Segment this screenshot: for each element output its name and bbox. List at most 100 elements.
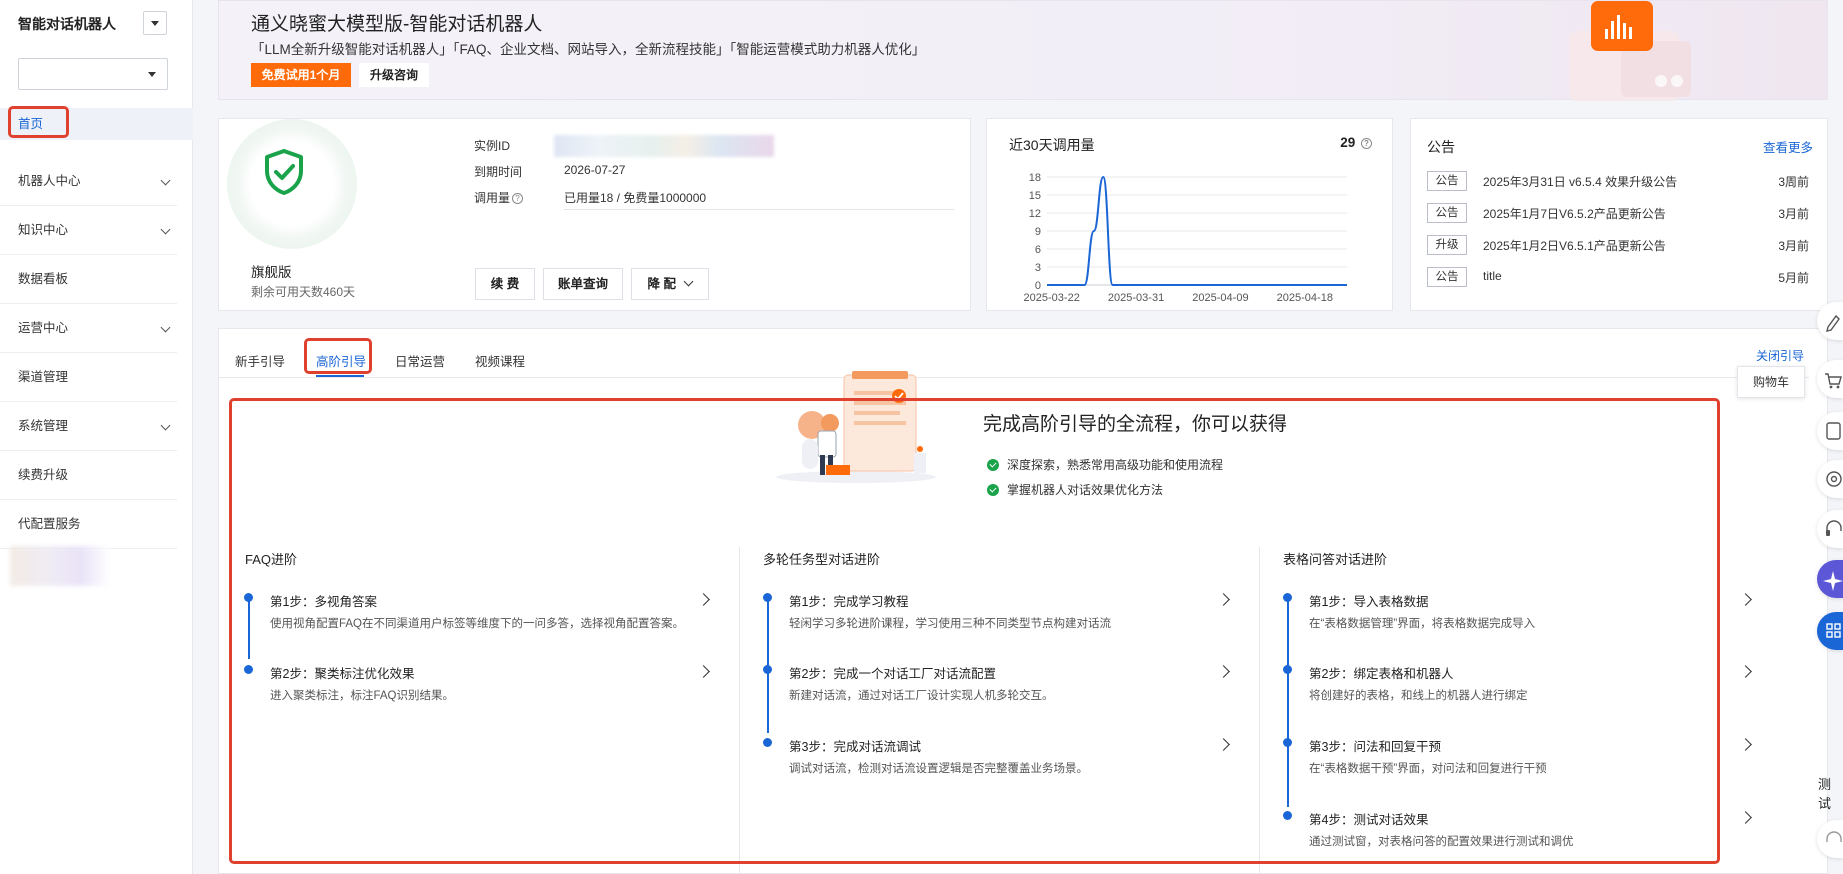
renew-button[interactable]: 续 费	[475, 268, 535, 300]
chevron-down-icon	[160, 420, 171, 431]
notice-time: 3月前	[1778, 239, 1809, 253]
question-icon[interactable]: ?	[1361, 137, 1372, 149]
edition-badge	[227, 119, 357, 249]
chevron-right-icon[interactable]	[1217, 665, 1230, 678]
step-title: 第2步：绑定表格和机器人	[1309, 667, 1454, 681]
chevron-right-icon[interactable]	[1739, 665, 1752, 678]
instance-info-card: 旗舰版 剩余可用天数460天 实例ID 到期时间 2026-07-27 调用量?…	[218, 118, 971, 311]
downgrade-button[interactable]: 降 配	[631, 268, 709, 300]
question-icon[interactable]: ?	[512, 193, 524, 205]
chevron-right-icon[interactable]	[1217, 738, 1230, 751]
step-dot	[244, 593, 253, 602]
chevron-right-icon[interactable]	[1739, 738, 1752, 751]
notice-text: 2025年1月2日V6.5.1产品更新公告	[1483, 239, 1666, 253]
view-more-link[interactable]: 查看更多	[1763, 137, 1813, 156]
sidebar-item-config-service[interactable]: 代配置服务	[0, 500, 177, 549]
gain-text: 深度探索，熟悉常用高级功能和使用流程	[1007, 458, 1224, 472]
notice-item[interactable]: 公告 title 5月前	[1427, 267, 1813, 287]
column-title-multi-turn: 多轮任务型对话进阶	[763, 552, 881, 567]
notice-item[interactable]: 公告 2025年3月31日 v6.5.4 效果升级公告 3周前	[1427, 171, 1813, 191]
usage-total-value: 29	[1340, 135, 1356, 150]
upgrade-consult-button[interactable]: 升级咨询	[359, 63, 429, 87]
column-divider	[739, 547, 740, 874]
y-tick-label: 6	[1035, 244, 1041, 256]
edition-name: 旗舰版	[251, 265, 292, 280]
gain-item: 深度探索，熟悉常用高级功能和使用流程	[987, 456, 1223, 473]
sidebar-menu: 首页 机器人中心 知识中心 数据看板 运营中心 渠道管理 系统管理 续费升级 代…	[0, 108, 193, 549]
step-desc: 通过测试窗，对表格问答的配置效果进行测试和调优	[1309, 836, 1574, 848]
usage-value: 已用量18 / 免费量1000000	[564, 191, 707, 205]
chart-title: 近30天调用量	[1009, 137, 1095, 153]
usage-total: 29 ?	[1340, 135, 1372, 150]
step-dot	[244, 665, 253, 674]
tab-video-courses[interactable]: 视频课程	[475, 351, 525, 370]
step-desc: 在“表格数据管理”界面，将表格数据完成导入	[1309, 618, 1536, 630]
step-dot	[763, 665, 772, 674]
step-title: 第2步：聚类标注优化效果	[270, 667, 415, 681]
sidebar-item-system[interactable]: 系统管理	[0, 402, 177, 451]
banner-subtitle: 「LLM全新升级智能对话机器人」「FAQ、企业文档、网站导入，全新流程技能」「智…	[251, 42, 926, 57]
sidebar-item-dashboard[interactable]: 数据看板	[0, 255, 177, 304]
banner-title: 通义晓蜜大模型版-智能对话机器人	[251, 14, 543, 35]
step-desc: 进入聚类标注，标注FAQ识别结果。	[270, 690, 455, 702]
free-trial-button[interactable]: 免费试用1个月	[251, 63, 351, 87]
x-tick-label: 2025-04-18	[1277, 292, 1333, 304]
x-tick-label: 2025-03-31	[1108, 292, 1164, 304]
sidebar-item-operations[interactable]: 运营中心	[0, 304, 177, 353]
column-divider	[1259, 547, 1260, 874]
divider	[564, 209, 954, 210]
step-title: 第1步：完成学习教程	[789, 595, 909, 609]
step-desc: 新建对话流，通过对话工厂设计实现人机多轮交互。	[789, 690, 1054, 702]
x-tick-label: 2025-03-22	[1024, 292, 1080, 304]
downgrade-label: 降 配	[647, 277, 676, 291]
bill-query-button[interactable]: 账单查询	[543, 268, 623, 300]
caret-down-icon	[151, 21, 159, 26]
instance-select[interactable]	[18, 58, 168, 90]
close-guide-link[interactable]: 关闭引导	[1756, 347, 1804, 364]
step-dot	[1283, 811, 1292, 820]
sidebar-item-label: 续费升级	[18, 468, 69, 482]
sidebar-item-home[interactable]: 首页	[0, 108, 193, 140]
sidebar-item-bot-center[interactable]: 机器人中心	[0, 157, 177, 206]
chevron-down-icon	[684, 276, 694, 287]
notice-item[interactable]: 公告 2025年1月7日V6.5.2产品更新公告 3月前	[1427, 203, 1813, 223]
step-title: 第4步：测试对话效果	[1309, 813, 1429, 827]
sidebar-item-label: 渠道管理	[18, 370, 69, 384]
caret-down-icon	[148, 72, 156, 77]
tab-beginner-guide[interactable]: 新手引导	[235, 351, 285, 370]
step-title: 第1步：多视角答案	[270, 595, 377, 609]
sidebar-item-channels[interactable]: 渠道管理	[0, 353, 177, 402]
blurred-user-info	[10, 546, 110, 586]
usage-label: 调用量	[474, 191, 511, 205]
notice-card: 公告 查看更多 公告 2025年3月31日 v6.5.4 效果升级公告 3周前 …	[1410, 118, 1828, 311]
sidebar-item-renew[interactable]: 续费升级	[0, 451, 177, 500]
chevron-down-icon	[160, 322, 171, 333]
tab-daily-operations[interactable]: 日常运营	[395, 351, 445, 370]
step-dot	[763, 738, 772, 747]
step-dot	[1283, 665, 1292, 674]
notice-text: 2025年1月7日V6.5.2产品更新公告	[1483, 207, 1666, 221]
chevron-right-icon[interactable]	[697, 593, 710, 606]
notice-tag: 公告	[1427, 267, 1467, 287]
step-connector	[248, 597, 250, 659]
y-tick-label: 12	[1029, 208, 1041, 220]
test-panel-tab[interactable]: 测试	[1818, 774, 1843, 812]
chevron-right-icon[interactable]	[697, 665, 710, 678]
remaining-days: 剩余可用天数460天	[251, 285, 356, 299]
y-tick-label: 3	[1035, 262, 1041, 274]
sidebar-item-label: 运营中心	[18, 321, 69, 335]
chevron-right-icon[interactable]	[1739, 593, 1752, 606]
chevron-right-icon[interactable]	[1217, 593, 1230, 606]
sidebar-item-knowledge[interactable]: 知识中心	[0, 206, 177, 255]
tab-advanced-guide[interactable]: 高阶引导	[316, 351, 366, 370]
x-tick-label: 2025-04-09	[1192, 292, 1248, 304]
product-dropdown-button[interactable]	[143, 11, 167, 35]
notice-time: 3月前	[1778, 207, 1809, 221]
sidebar: 智能对话机器人 首页 机器人中心 知识中心 数据看板 运营中心 渠道管理 系统管…	[0, 0, 193, 874]
step-desc: 轻闲学习多轮进阶课程，学习使用三种不同类型节点构建对话流	[789, 618, 1111, 630]
notice-item[interactable]: 升级 2025年1月2日V6.5.1产品更新公告 3月前	[1427, 235, 1813, 255]
step-title: 第3步：问法和回复干预	[1309, 740, 1441, 754]
step-desc: 在“表格数据干预”界面，对问法和回复进行干预	[1309, 763, 1547, 775]
chevron-right-icon[interactable]	[1739, 811, 1752, 824]
gain-item: 掌握机器人对话效果优化方法	[987, 481, 1163, 498]
